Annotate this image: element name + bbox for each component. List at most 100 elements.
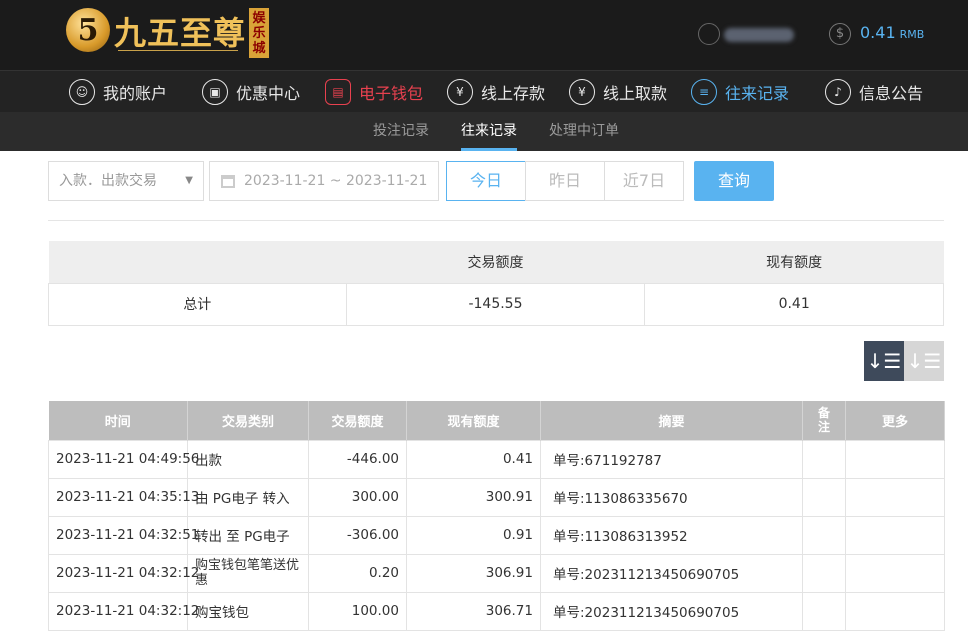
cell-balance: 306.71 <box>406 591 541 631</box>
tab-pending-orders[interactable]: 处理中订单 <box>549 112 619 151</box>
column-header-time: 时间 <box>48 401 188 440</box>
cell-time: 2023-11-21 04:32:51 <box>48 515 199 555</box>
cell-amount: 100.00 <box>308 591 407 631</box>
column-header-summary: 摘要 <box>540 401 803 440</box>
nav-my-account[interactable]: ☺ 我的账户 <box>69 71 167 113</box>
cell-more <box>845 515 945 555</box>
nav-promotions[interactable]: ▣ 优惠中心 <box>202 71 300 113</box>
nav-label: 往来记录 <box>725 84 790 103</box>
tab-transaction-records[interactable]: 往来记录 <box>461 112 517 151</box>
cell-remark <box>802 515 846 555</box>
cell-amount: -446.00 <box>308 439 407 479</box>
nav-transaction-records[interactable]: ≡ 往来记录 <box>691 71 789 113</box>
sub-nav: 投注记录 往来记录 处理中订单 <box>0 112 968 151</box>
column-header-amount: 交易额度 <box>308 401 407 440</box>
bell-icon: ♪ <box>825 79 851 105</box>
summary-header-row: 交易额度 现有额度 <box>48 241 944 283</box>
divider <box>48 220 944 221</box>
cell-summary: 单号:202311213450690705 <box>540 553 803 593</box>
table-row: 2023-11-21 04:35:13 由 PG电子 转入 300.00 300… <box>48 477 945 517</box>
column-header-remark: 备注 <box>802 401 846 440</box>
cell-type: 购宝钱包笔笔送优惠 <box>187 553 309 593</box>
sort-descending-icon[interactable]: ↓☰ <box>864 341 904 381</box>
cell-more <box>845 553 945 593</box>
logo-text: 九五至尊 <box>114 14 247 52</box>
summary-cell: 0.41 <box>644 282 944 326</box>
nav-label: 信息公告 <box>859 84 924 103</box>
nav-label: 我的账户 <box>103 84 168 103</box>
transaction-table: 时间 交易类别 交易额度 现有额度 摘要 备注 更多 2023-11-21 04… <box>48 401 945 631</box>
nav-e-wallet[interactable]: ▤ 电子钱包 <box>325 71 423 113</box>
column-header-type: 交易类别 <box>187 401 309 440</box>
column-header-balance: 现有额度 <box>406 401 541 440</box>
main-nav: ☺ 我的账户 ▣ 优惠中心 ▤ 电子钱包 ¥ 线上存款 ¥ 线上取款 ≡ 往来记… <box>0 70 968 112</box>
summary-table: 交易额度 现有额度 总计 -145.55 0.41 <box>48 241 944 326</box>
balance-unit: RMB <box>899 28 925 41</box>
cell-remark <box>802 477 846 517</box>
cell-summary: 单号:113086313952 <box>540 515 803 555</box>
cell-type: 购宝钱包 <box>187 591 309 631</box>
table-row: 2023-11-21 04:32:12 购宝钱包 100.00 306.71 单… <box>48 591 945 631</box>
cell-amount: 300.00 <box>308 477 407 517</box>
cell-remark <box>802 591 846 631</box>
withdraw-icon: ¥ <box>569 79 595 105</box>
date-range-value: 2023-11-21 ~ 2023-11-21 <box>244 173 428 189</box>
sort-ascending-icon[interactable]: ↓☰ <box>904 341 944 381</box>
yesterday-button[interactable]: 昨日 <box>525 161 605 201</box>
user-icon[interactable] <box>698 23 720 45</box>
balance-display: 0.41 RMB <box>860 23 924 42</box>
chevron-down-icon: ▼ <box>185 175 193 186</box>
nav-online-deposit[interactable]: ¥ 线上存款 <box>447 71 545 113</box>
nav-label: 线上存款 <box>481 84 546 103</box>
username-redacted <box>724 28 794 42</box>
tab-bet-records[interactable]: 投注记录 <box>373 112 429 151</box>
cell-more <box>845 439 945 479</box>
transaction-type-select[interactable]: 入款．出款交易 ▼ <box>48 161 204 201</box>
summary-header: 现有额度 <box>644 241 944 283</box>
summary-header: 交易额度 <box>346 241 645 283</box>
table-row: 2023-11-21 04:32:51 转出 至 PG电子 -306.00 0.… <box>48 515 945 555</box>
cell-amount: -306.00 <box>308 515 407 555</box>
cell-summary: 单号:202311213450690705 <box>540 591 803 631</box>
user-circle-icon: ☺ <box>69 79 95 105</box>
top-header: 5 九五至尊 娱乐城 $ 0.41 RMB <box>0 0 968 70</box>
nav-online-withdraw[interactable]: ¥ 线上取款 <box>569 71 667 113</box>
logo-subtitle: 娱乐城 <box>249 8 269 58</box>
query-button[interactable]: 查询 <box>694 161 774 201</box>
summary-cell: 总计 <box>48 282 347 326</box>
nav-label: 优惠中心 <box>236 84 301 103</box>
cell-remark <box>802 439 846 479</box>
wallet-icon: ▤ <box>325 79 351 105</box>
table-row: 2023-11-21 04:32:12 购宝钱包笔笔送优惠 0.20 306.9… <box>48 553 945 593</box>
table-row: 2023-11-21 04:49:56 出款 -446.00 0.41 单号:6… <box>48 439 945 479</box>
column-header-more: 更多 <box>845 401 945 440</box>
cell-balance: 0.41 <box>406 439 541 479</box>
cell-type: 由 PG电子 转入 <box>187 477 309 517</box>
nav-announcements[interactable]: ♪ 信息公告 <box>825 71 923 113</box>
cell-amount: 0.20 <box>308 553 407 593</box>
cell-type: 转出 至 PG电子 <box>187 515 309 555</box>
cell-summary: 单号:671192787 <box>540 439 803 479</box>
logo-emblem: 5 <box>66 8 110 52</box>
cell-time: 2023-11-21 04:32:12 <box>48 591 199 631</box>
deposit-icon: ¥ <box>447 79 473 105</box>
date-range-input[interactable]: 2023-11-21 ~ 2023-11-21 <box>209 161 439 201</box>
summary-cell: -145.55 <box>345 282 646 326</box>
cell-summary: 单号:113086335670 <box>540 477 803 517</box>
today-button[interactable]: 今日 <box>446 161 526 201</box>
summary-header <box>48 241 347 283</box>
cell-type: 出款 <box>187 439 309 479</box>
last-7-days-button[interactable]: 近7日 <box>604 161 684 201</box>
cell-time: 2023-11-21 04:35:13 <box>48 477 199 517</box>
transaction-type-value: 入款．出款交易 <box>59 173 157 189</box>
dollar-coin-icon: $ <box>829 23 851 45</box>
cell-balance: 0.91 <box>406 515 541 555</box>
cell-more <box>845 477 945 517</box>
balance-value: 0.41 <box>860 23 896 42</box>
cell-time: 2023-11-21 04:49:56 <box>48 439 199 479</box>
cell-balance: 300.91 <box>406 477 541 517</box>
nav-label: 电子钱包 <box>359 84 424 103</box>
cell-more <box>845 591 945 631</box>
logo-ornament <box>118 50 238 60</box>
gift-icon: ▣ <box>202 79 228 105</box>
